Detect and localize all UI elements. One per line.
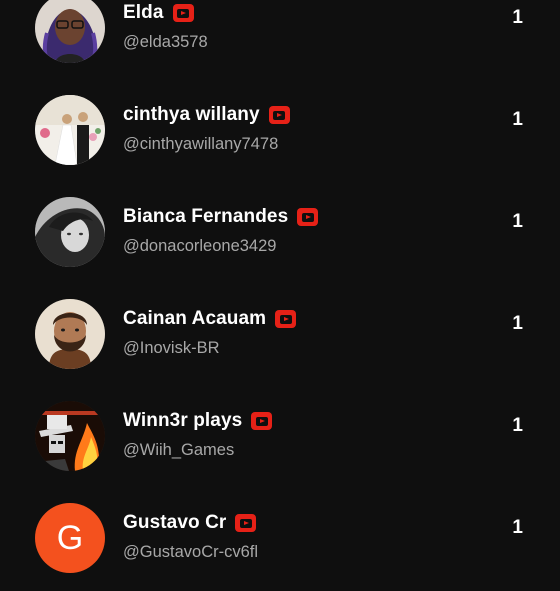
avatar[interactable] xyxy=(35,95,105,165)
channel-handle[interactable]: @cinthyawillany7478 xyxy=(123,135,278,154)
channel-handle[interactable]: @donacorleone3429 xyxy=(123,237,276,256)
avatar[interactable]: G xyxy=(35,503,105,573)
channel-name[interactable]: Elda xyxy=(123,2,164,24)
channel-name[interactable]: Gustavo Cr xyxy=(123,512,226,534)
avatar[interactable] xyxy=(35,197,105,267)
count-value: 1 xyxy=(512,313,523,334)
list-item[interactable]: Elda @elda3578 1 xyxy=(0,0,560,81)
channel-handle[interactable]: @Inovisk-BR xyxy=(123,339,220,358)
channel-name[interactable]: Cainan Acauam xyxy=(123,308,266,330)
count-value: 1 xyxy=(512,109,523,130)
list-item[interactable]: G Gustavo Cr @GustavoCr-cv6fl 1 xyxy=(0,489,560,591)
count-value: 1 xyxy=(512,7,523,28)
channel-handle[interactable]: @elda3578 xyxy=(123,33,208,52)
list-item[interactable]: Winn3r plays @Wiih_Games 1 xyxy=(0,387,560,489)
avatar[interactable] xyxy=(35,0,105,63)
channel-name[interactable]: cinthya willany xyxy=(123,104,260,126)
list-item[interactable]: Cainan Acauam @Inovisk-BR 1 xyxy=(0,285,560,387)
youtube-play-icon xyxy=(268,106,290,124)
youtube-play-icon xyxy=(172,4,194,22)
channel-handle[interactable]: @GustavoCr-cv6fl xyxy=(123,543,258,562)
avatar[interactable] xyxy=(35,401,105,471)
youtube-play-icon xyxy=(235,514,257,532)
avatar-letter: G xyxy=(56,518,84,557)
youtube-play-icon xyxy=(251,412,273,430)
youtube-play-icon xyxy=(297,208,319,226)
count-value: 1 xyxy=(512,415,523,436)
avatar[interactable] xyxy=(35,299,105,369)
list-item[interactable]: cinthya willany @cinthyawillany7478 1 xyxy=(0,81,560,183)
count-value: 1 xyxy=(512,517,523,538)
channel-name[interactable]: Bianca Fernandes xyxy=(123,206,288,228)
user-list: Elda @elda3578 1 cinthya willany @cinthy… xyxy=(0,0,560,591)
count-value: 1 xyxy=(512,211,523,232)
channel-name[interactable]: Winn3r plays xyxy=(123,410,242,432)
youtube-play-icon xyxy=(275,310,297,328)
list-item[interactable]: Bianca Fernandes @donacorleone3429 1 xyxy=(0,183,560,285)
channel-handle[interactable]: @Wiih_Games xyxy=(123,441,234,460)
